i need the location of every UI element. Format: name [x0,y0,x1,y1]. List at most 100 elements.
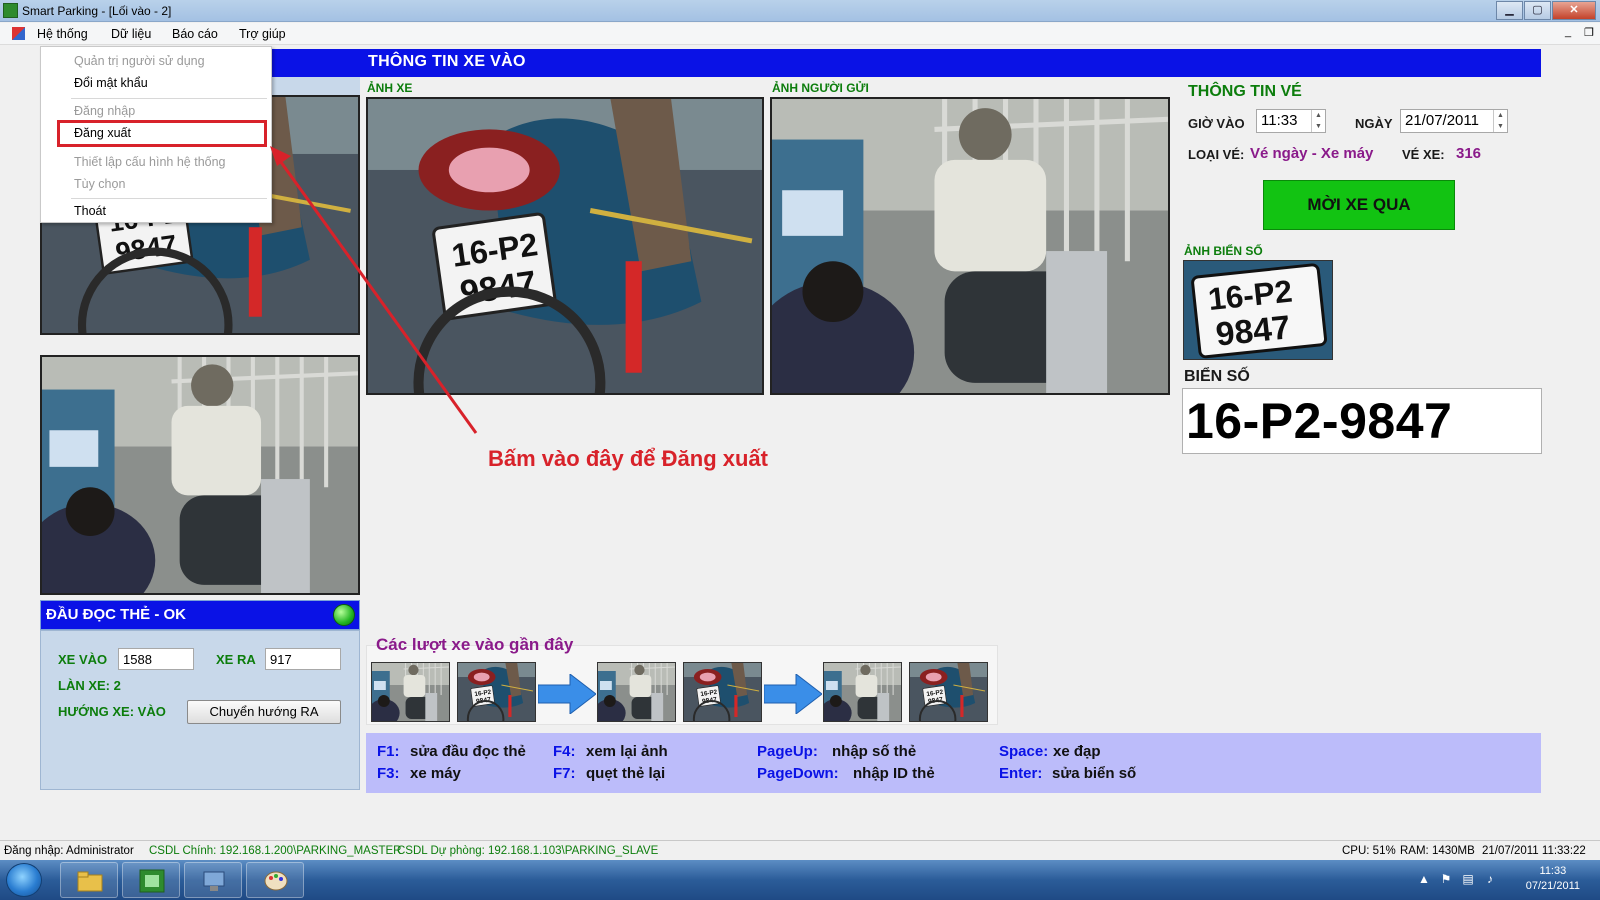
recent-thumbnail[interactable] [823,662,902,722]
system-menu-dropdown: Quản trị người sử dụng Đổi mật khẩu Đăng… [40,46,272,223]
paint-palette-icon [264,871,288,891]
taskbar-explorer[interactable] [60,862,118,898]
date-spinner-arrows[interactable]: ▲ ▼ [1493,110,1507,132]
shortcut-key: F4: [553,743,576,760]
sender-photo-label: ẢNH NGƯỜI GỬI [772,81,869,95]
shortcut-key: PageDown: [757,765,839,782]
reader-status-led [333,604,355,626]
left-sender-photo [40,355,360,595]
vehicle-photo-label: ẢNH XE [367,81,413,95]
plate-number-label: BIỂN SỐ [1184,368,1250,385]
menu-separator [71,98,267,99]
shortcut-desc: xe máy [410,765,461,782]
time-spinner-arrows[interactable]: ▲ ▼ [1311,110,1325,132]
switch-direction-button[interactable]: Chuyển hướng RA [187,700,341,724]
entries-count-field[interactable]: 1588 [118,648,194,670]
status-login: Đăng nhập: Administrator [4,845,134,857]
mdi-minimize-button[interactable]: _ [1565,26,1571,38]
plate-photo-label: ẢNH BIỂN SỐ [1184,244,1263,258]
close-button[interactable]: ✕ [1552,1,1596,20]
mdi-window-icon[interactable] [12,27,25,40]
menu-tro-giup[interactable]: Trợ giúp [239,27,286,41]
taskbar-network-app[interactable] [184,862,242,898]
status-db-main: CSDL Chính: 192.168.1.200\PARKING_MASTER [149,845,402,857]
shortcut-key: F3: [377,765,400,782]
flag-icon[interactable]: ⚑ [1439,872,1453,886]
ticket-type-value: Vé ngày - Xe máy [1250,145,1374,162]
logout-annotation: Bấm vào đây để Đăng xuất [488,446,768,471]
recent-thumbnail[interactable] [909,662,988,722]
shortcut-key: F7: [553,765,576,782]
mdi-restore-button[interactable]: ❐ [1584,26,1594,39]
menu-exit[interactable]: Thoát [74,204,106,218]
network-icon [203,871,225,891]
menu-options: Tùy chọn [74,177,126,191]
exits-count-field[interactable]: 917 [265,648,341,670]
ticket-number-label: VÉ XE: [1402,147,1445,162]
status-bar: Đăng nhập: Administrator CSDL Chính: 192… [0,840,1600,860]
status-db-backup: CSDL Dự phòng: 192.168.1.103\PARKING_SLA… [397,845,659,857]
minimize-button[interactable]: ▁ [1496,1,1523,20]
lane-label: LÀN XE: 2 [58,678,121,693]
menu-change-password[interactable]: Đổi mật khẩu [74,76,148,90]
let-vehicle-pass-button[interactable]: MỜI XE QUA [1263,180,1455,230]
shortcut-desc: nhập số thẻ [832,743,917,760]
card-reader-title: ĐẦU ĐỌC THẺ - OK [46,606,186,623]
recent-thumbnail[interactable] [683,662,762,722]
shortcut-desc: xe đạp [1053,743,1101,760]
recent-thumbnail[interactable] [597,662,676,722]
logout-highlight-box [57,120,267,147]
shortcut-key: F1: [377,743,400,760]
tray-expand-icon[interactable]: ▲ [1417,872,1431,886]
status-cpu: CPU: 51% [1342,845,1396,857]
direction-label: HƯỚNG XE: VÀO [58,704,166,719]
volume-muted-icon[interactable]: ♪ [1483,872,1497,886]
menu-bar: Hệ thống Dữ liệu Báo cáo Trợ giúp _ ❐ [0,23,1600,45]
ticket-number-value: 316 [1456,145,1482,162]
window-title: Smart Parking - [Lối vào - 2] [22,4,172,18]
entry-date-field[interactable]: 21/07/2011 ▲ ▼ [1400,109,1508,133]
clock-time: 11:33 [1539,865,1567,877]
network-tray-icon[interactable]: ▤ [1461,872,1475,886]
maximize-button[interactable]: ▢ [1524,1,1551,20]
sender-photo [770,97,1170,395]
recent-thumbnail[interactable] [457,662,536,722]
entry-date-label: NGÀY [1355,116,1393,131]
status-datetime: 21/07/2011 11:33:22 [1482,845,1586,857]
menu-bao-cao[interactable]: Báo cáo [172,27,218,41]
entry-time-value: 11:33 [1261,112,1298,129]
ticket-info-title: THÔNG TIN VÉ [1188,83,1302,100]
entry-date-value: 21/07/2011 [1405,112,1479,129]
arrow-right-icon [764,674,822,714]
menu-he-thong[interactable]: Hệ thống [37,27,88,41]
shortcut-key: Space: [999,743,1049,760]
arrow-right-icon [538,674,596,714]
menu-du-lieu[interactable]: Dữ liệu [111,27,151,41]
app-icon [3,3,18,18]
folder-icon [77,871,103,892]
main-title: THÔNG TIN XE VÀO [368,53,526,70]
exits-label: XE RA [216,652,256,667]
menu-separator [71,198,267,199]
shortcut-desc: nhập ID thẻ [853,765,935,782]
window-controls: ▁ ▢ ✕ [1495,1,1596,20]
vehicle-photo [366,97,764,395]
ticket-type-label: LOẠI VÉ: [1188,147,1245,162]
entries-label: XE VÀO [58,652,108,667]
menu-login: Đăng nhập [74,104,136,118]
window-titlebar: Smart Parking - [Lối vào - 2] ▁ ▢ ✕ [0,0,1600,22]
shortcut-desc: xem lại ảnh [586,743,668,760]
start-button[interactable] [6,863,42,897]
plate-photo [1183,260,1333,360]
entry-time-field[interactable]: 11:33 ▲ ▼ [1256,109,1326,133]
smart-parking-app-icon [139,869,165,893]
taskbar-clock[interactable]: 11:33 07/21/2011 [1526,864,1580,894]
taskbar-smart-parking[interactable] [122,862,180,898]
shortcut-desc: sửa đầu đọc thẻ [410,743,526,760]
taskbar-paint[interactable] [246,862,304,898]
recent-thumbnail[interactable] [371,662,450,722]
shortcut-desc: sửa biển số [1052,765,1137,782]
taskbar: ▲ ⚑ ▤ ♪ 11:33 07/21/2011 [0,860,1600,900]
menu-user-admin: Quản trị người sử dụng [74,54,205,68]
menu-system-config: Thiết lập cấu hình hệ thống [74,155,226,169]
